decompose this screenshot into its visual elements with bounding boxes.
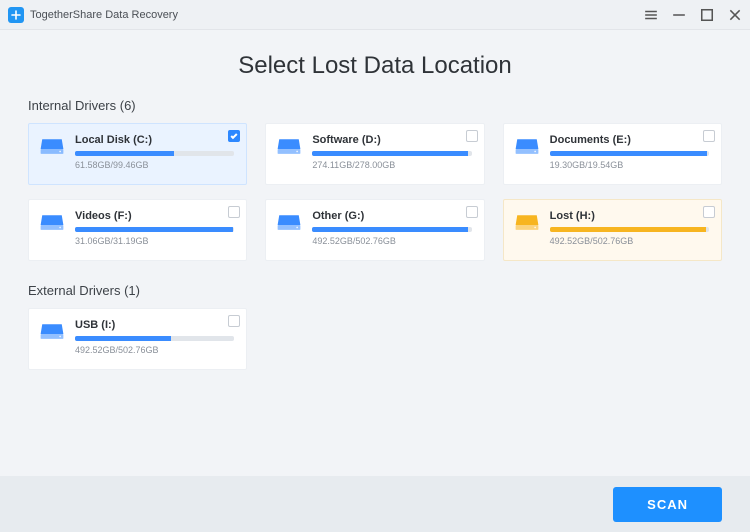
- drive-checkbox[interactable]: [466, 206, 478, 218]
- drive-size: 61.58GB/99.46GB: [75, 160, 234, 170]
- drive-size: 492.52GB/502.76GB: [550, 236, 709, 246]
- drive-checkbox[interactable]: [228, 206, 240, 218]
- drive-name: Other (G:): [312, 210, 471, 222]
- drive-card[interactable]: Videos (F:) 31.06GB/31.19GB: [28, 199, 247, 261]
- minimize-button[interactable]: [672, 8, 686, 22]
- drive-checkbox[interactable]: [703, 130, 715, 142]
- drive-card[interactable]: USB (I:) 492.52GB/502.76GB: [28, 308, 247, 370]
- drive-info: Documents (E:) 19.30GB/19.54GB: [550, 134, 709, 170]
- drive-usage-bar: [550, 151, 709, 156]
- drive-card[interactable]: Other (G:) 492.52GB/502.76GB: [265, 199, 484, 261]
- drive-name: Local Disk (C:): [75, 134, 234, 146]
- external-section-header: External Drivers (1): [28, 283, 722, 298]
- drive-usage-fill: [312, 151, 468, 156]
- drive-info: Videos (F:) 31.06GB/31.19GB: [75, 210, 234, 246]
- drive-name: Lost (H:): [550, 210, 709, 222]
- drive-usage-fill: [75, 336, 171, 341]
- app-logo-icon: [8, 7, 24, 23]
- drive-usage-bar: [312, 151, 471, 156]
- drive-icon: [39, 136, 65, 158]
- page-title: Select Lost Data Location: [0, 52, 750, 80]
- drive-usage-bar: [75, 336, 234, 341]
- drive-name: Documents (E:): [550, 134, 709, 146]
- drive-usage-fill: [550, 151, 708, 156]
- drive-checkbox[interactable]: [228, 130, 240, 142]
- drive-checkbox[interactable]: [466, 130, 478, 142]
- drive-info: Local Disk (C:) 61.58GB/99.46GB: [75, 134, 234, 170]
- scan-button[interactable]: SCAN: [613, 487, 722, 522]
- drive-usage-bar: [75, 227, 234, 232]
- drive-info: USB (I:) 492.52GB/502.76GB: [75, 319, 234, 355]
- menu-icon[interactable]: [644, 8, 658, 22]
- drive-size: 274.11GB/278.00GB: [312, 160, 471, 170]
- app-title: TogetherShare Data Recovery: [30, 9, 178, 21]
- drive-info: Other (G:) 492.52GB/502.76GB: [312, 210, 471, 246]
- drive-card[interactable]: Documents (E:) 19.30GB/19.54GB: [503, 123, 722, 185]
- drive-icon: [514, 212, 540, 234]
- window-controls: [644, 8, 742, 22]
- drive-usage-bar: [75, 151, 234, 156]
- maximize-button[interactable]: [700, 8, 714, 22]
- drive-size: 492.52GB/502.76GB: [312, 236, 471, 246]
- close-button[interactable]: [728, 8, 742, 22]
- drive-icon: [276, 136, 302, 158]
- drive-card[interactable]: Local Disk (C:) 61.58GB/99.46GB: [28, 123, 247, 185]
- drive-usage-bar: [312, 227, 471, 232]
- drive-usage-bar: [550, 227, 709, 232]
- drive-card[interactable]: Lost (H:) 492.52GB/502.76GB: [503, 199, 722, 261]
- drive-icon: [39, 321, 65, 343]
- drive-usage-fill: [75, 151, 174, 156]
- external-drive-grid: USB (I:) 492.52GB/502.76GB: [28, 308, 722, 370]
- internal-section-header: Internal Drivers (6): [28, 98, 722, 113]
- drive-name: USB (I:): [75, 319, 234, 331]
- drive-icon: [276, 212, 302, 234]
- drive-size: 31.06GB/31.19GB: [75, 236, 234, 246]
- drive-info: Software (D:) 274.11GB/278.00GB: [312, 134, 471, 170]
- drive-checkbox[interactable]: [228, 315, 240, 327]
- footer-bar: SCAN: [0, 476, 750, 532]
- drive-name: Software (D:): [312, 134, 471, 146]
- drive-checkbox[interactable]: [703, 206, 715, 218]
- drive-icon: [39, 212, 65, 234]
- drive-usage-fill: [550, 227, 706, 232]
- titlebar: TogetherShare Data Recovery: [0, 0, 750, 30]
- drive-card[interactable]: Software (D:) 274.11GB/278.00GB: [265, 123, 484, 185]
- drive-icon: [514, 136, 540, 158]
- internal-drive-grid: Local Disk (C:) 61.58GB/99.46GB Software…: [28, 123, 722, 261]
- drive-size: 492.52GB/502.76GB: [75, 345, 234, 355]
- drive-usage-fill: [312, 227, 468, 232]
- drive-usage-fill: [75, 227, 233, 232]
- drive-info: Lost (H:) 492.52GB/502.76GB: [550, 210, 709, 246]
- drive-size: 19.30GB/19.54GB: [550, 160, 709, 170]
- drive-name: Videos (F:): [75, 210, 234, 222]
